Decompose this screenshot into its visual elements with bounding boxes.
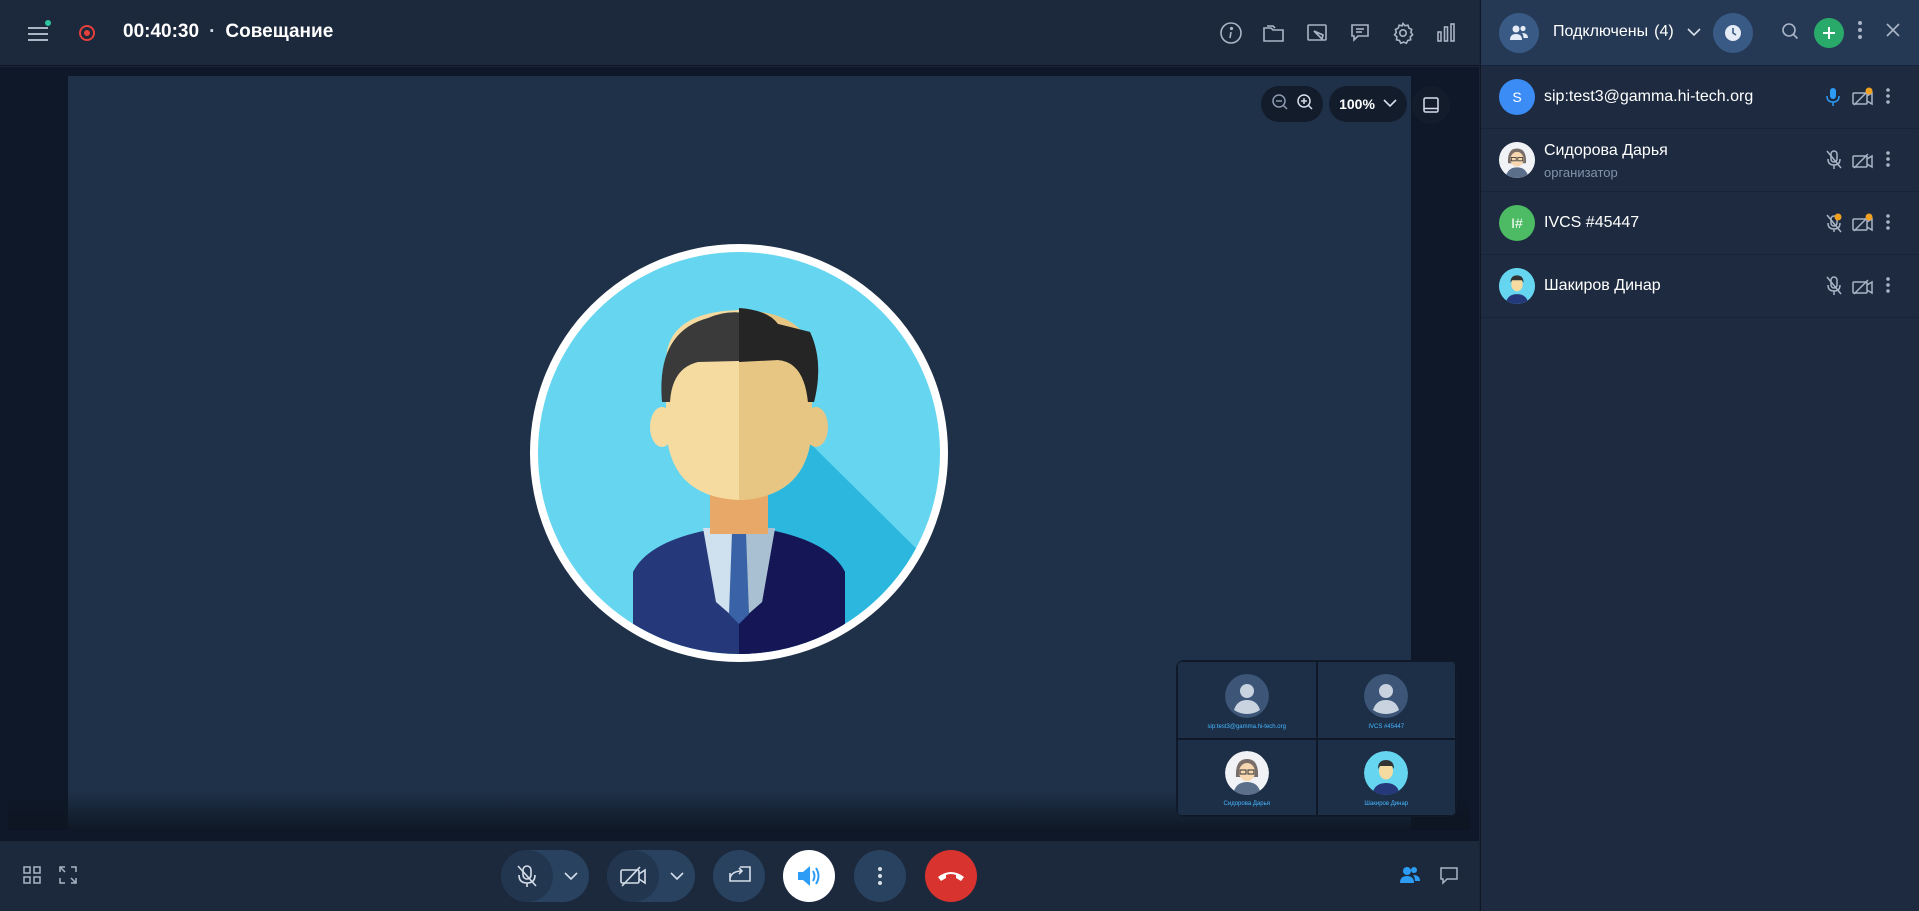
panel-header: Подключены (4)	[1481, 0, 1919, 66]
participant-avatar: S	[1499, 79, 1535, 115]
top-toolbar	[1216, 18, 1461, 48]
participant-more-icon[interactable]	[1885, 150, 1891, 173]
chevron-down-icon	[1383, 95, 1397, 113]
top-bar: 00:40:30 · Совещание	[0, 0, 1479, 66]
info-icon[interactable]	[1216, 18, 1246, 48]
participant-name: Шакиров Динар	[1544, 277, 1661, 294]
participant-row[interactable]: Шакиров Динар	[1481, 255, 1919, 318]
separator: ·	[209, 21, 216, 42]
speaker-avatar	[530, 244, 948, 662]
settings-icon[interactable]	[1388, 18, 1418, 48]
panel-title[interactable]: Подключены (4)	[1553, 23, 1674, 41]
search-icon[interactable]	[1781, 22, 1799, 45]
microphone-locked-icon[interactable]	[1826, 213, 1842, 238]
default-avatar-icon	[1224, 673, 1269, 718]
stats-icon[interactable]	[1431, 18, 1461, 48]
add-participant-button[interactable]	[1814, 18, 1844, 48]
participant-row[interactable]: I# IVCS #45447	[1481, 192, 1919, 255]
zoom-level-select[interactable]: 100%	[1329, 86, 1407, 122]
participants-tab-icon[interactable]	[1499, 13, 1539, 53]
mini-tile[interactable]: sip:test3@gamma.hi-tech.org	[1177, 661, 1317, 739]
hang-up-button[interactable]	[925, 850, 977, 902]
meeting-info: 00:40:30 · Совещание	[123, 21, 333, 43]
microphone-off-icon[interactable]	[1826, 276, 1842, 301]
zoom-level-value: 100%	[1339, 96, 1375, 112]
grid-view-icon[interactable]	[22, 865, 42, 890]
female-avatar-icon	[1499, 142, 1535, 178]
mini-tile[interactable]: Сидорова Дарья	[1177, 738, 1317, 816]
meeting-timer: 00:40:30	[123, 21, 200, 42]
chat-icon[interactable]	[1439, 865, 1459, 890]
camera-options-chevron[interactable]	[659, 871, 695, 881]
speaker-button[interactable]	[783, 850, 835, 902]
participant-row[interactable]: Сидорова Дарья организатор	[1481, 129, 1919, 192]
microphone-off-icon[interactable]	[1826, 150, 1842, 175]
mini-tile-label: IVCS #45447	[1368, 723, 1405, 730]
zoom-out-icon[interactable]	[1271, 93, 1289, 116]
participant-more-icon[interactable]	[1885, 276, 1891, 299]
mini-tile[interactable]: Шакиров Динар	[1316, 738, 1456, 816]
zoom-in-icon[interactable]	[1296, 93, 1314, 116]
male-avatar-icon	[1364, 751, 1409, 796]
zoom-controls	[1261, 86, 1323, 122]
panel-more-icon[interactable]	[1857, 20, 1863, 45]
panel-title-text: Подключены	[1553, 23, 1649, 40]
panel-toggles	[1399, 865, 1459, 890]
recording-icon	[79, 25, 95, 41]
male-avatar-icon	[1499, 268, 1535, 304]
camera-toggle-button[interactable]	[607, 850, 659, 902]
camera-off-icon[interactable]	[1852, 276, 1874, 301]
mini-tile-label: sip:test3@gamma.hi-tech.org	[1207, 723, 1286, 730]
participant-name: Сидорова Дарья	[1544, 142, 1668, 159]
microphone-active-icon[interactable]	[1826, 87, 1840, 112]
microphone-toggle-button[interactable]	[501, 850, 553, 902]
camera-locked-icon[interactable]	[1852, 87, 1874, 112]
default-avatar-icon	[1364, 673, 1409, 718]
participant-name: sip:test3@gamma.hi-tech.org	[1544, 88, 1754, 105]
folder-icon[interactable]	[1259, 18, 1289, 48]
participant-avatar: I#	[1499, 205, 1535, 241]
menu-icon[interactable]	[26, 20, 54, 46]
participant-count: (4)	[1654, 23, 1674, 40]
history-clock-icon[interactable]	[1713, 13, 1753, 53]
mini-tile-label: Шакиров Динар	[1364, 801, 1409, 808]
participants-mini-grid: sip:test3@gamma.hi-tech.org IVCS #45447 …	[1176, 660, 1457, 817]
chevron-down-icon[interactable]	[1687, 24, 1701, 42]
close-icon[interactable]	[1885, 22, 1901, 43]
layout-toggle-button[interactable]	[1412, 86, 1450, 124]
microphone-options-chevron[interactable]	[553, 871, 589, 881]
camera-control	[607, 850, 695, 902]
participants-icon[interactable]	[1399, 865, 1421, 890]
mini-tile[interactable]: IVCS #45447	[1316, 661, 1456, 739]
participants-panel: Подключены (4) S sip:test3@gamma.hi-tech.…	[1480, 0, 1919, 911]
chat-feedback-icon[interactable]	[1345, 18, 1375, 48]
more-options-button[interactable]	[854, 850, 906, 902]
female-avatar-icon	[1224, 751, 1269, 796]
view-controls	[22, 865, 78, 890]
microphone-control	[501, 850, 589, 902]
participant-more-icon[interactable]	[1885, 213, 1891, 236]
participant-name: IVCS #45447	[1544, 214, 1640, 231]
camera-off-icon[interactable]	[1852, 150, 1874, 175]
share-screen-button[interactable]	[713, 850, 765, 902]
participant-row[interactable]: S sip:test3@gamma.hi-tech.org	[1481, 66, 1919, 129]
whiteboard-icon[interactable]	[1302, 18, 1332, 48]
participant-role: организатор	[1544, 165, 1618, 180]
bottom-bar	[0, 840, 1479, 911]
meeting-title: Совещание	[225, 21, 334, 42]
camera-locked-icon[interactable]	[1852, 213, 1874, 238]
fullscreen-icon[interactable]	[58, 865, 78, 890]
participant-more-icon[interactable]	[1885, 87, 1891, 110]
mini-tile-label: Сидорова Дарья	[1223, 801, 1270, 808]
